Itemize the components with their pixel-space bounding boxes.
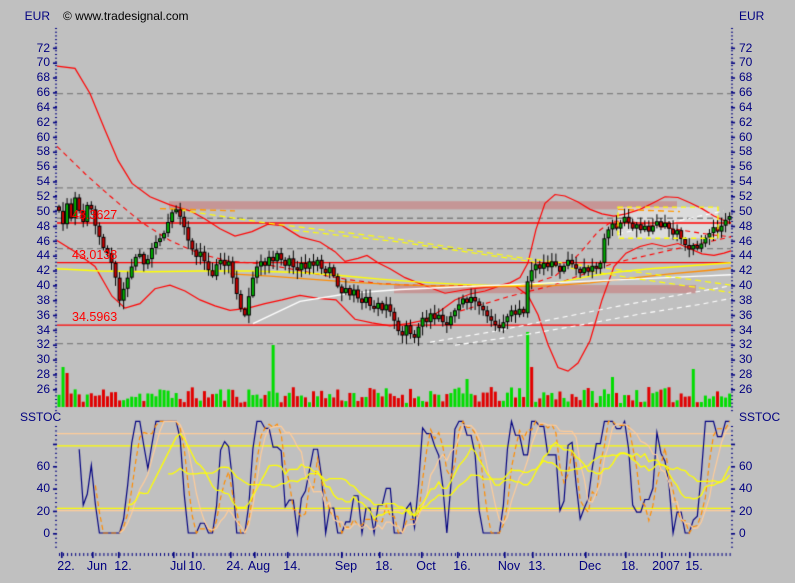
price-tick-label: 62 bbox=[2, 116, 50, 129]
price-tick-label: 28 bbox=[739, 368, 787, 381]
price-tick-label: 62 bbox=[739, 116, 787, 129]
date-label: Oct bbox=[416, 560, 435, 573]
price-tick-label: 54 bbox=[739, 175, 787, 188]
date-label: 18. bbox=[621, 560, 638, 573]
price-tick-label: 60 bbox=[739, 131, 787, 144]
price-unit-label-right: EUR bbox=[739, 10, 787, 23]
price-tick-label: 58 bbox=[2, 145, 50, 158]
date-label: 10. bbox=[188, 560, 205, 573]
sstoc-tick-label: 20 bbox=[739, 505, 787, 518]
price-tick-label: 46 bbox=[739, 235, 787, 248]
price-tick-label: 48 bbox=[739, 220, 787, 233]
price-tick-label: 34 bbox=[739, 324, 787, 337]
price-tick-label: 50 bbox=[2, 205, 50, 218]
price-tick-label: 64 bbox=[739, 101, 787, 114]
copyright-text: © www.tradesignal.com bbox=[63, 10, 189, 23]
date-label: 16. bbox=[453, 560, 470, 573]
price-tick-label: 28 bbox=[2, 368, 50, 381]
price-tick-label: 52 bbox=[739, 190, 787, 203]
price-tick-label: 32 bbox=[739, 338, 787, 351]
date-label: Jun bbox=[87, 560, 107, 573]
price-tick-label: 58 bbox=[739, 145, 787, 158]
sstoc-tick-label: 60 bbox=[2, 460, 50, 473]
price-chart-canvas[interactable] bbox=[0, 0, 795, 583]
date-label: Sep bbox=[335, 560, 357, 573]
date-label: Dec bbox=[579, 560, 601, 573]
price-tick-label: 40 bbox=[2, 279, 50, 292]
price-tick-label: 26 bbox=[2, 383, 50, 396]
tradesignal-chart-window: { "header": { "copyright": "© www.trades… bbox=[0, 0, 795, 583]
level-value-label: 34.5963 bbox=[72, 311, 117, 324]
price-tick-label: 66 bbox=[739, 86, 787, 99]
price-tick-label: 32 bbox=[2, 338, 50, 351]
price-tick-label: 36 bbox=[739, 309, 787, 322]
date-label: Jul bbox=[170, 560, 186, 573]
price-tick-label: 56 bbox=[739, 160, 787, 173]
sstoc-tick-label: 40 bbox=[2, 482, 50, 495]
price-tick-label: 46 bbox=[2, 235, 50, 248]
date-label: Aug bbox=[248, 560, 270, 573]
date-label: 24. bbox=[226, 560, 243, 573]
date-label: 12. bbox=[114, 560, 131, 573]
price-tick-label: 38 bbox=[2, 294, 50, 307]
price-tick-label: 72 bbox=[739, 42, 787, 55]
price-tick-label: 68 bbox=[739, 71, 787, 84]
price-tick-label: 66 bbox=[2, 86, 50, 99]
date-label: 14. bbox=[283, 560, 300, 573]
date-label: 13. bbox=[528, 560, 545, 573]
price-tick-label: 26 bbox=[739, 383, 787, 396]
price-tick-label: 68 bbox=[2, 71, 50, 84]
price-tick-label: 70 bbox=[2, 56, 50, 69]
price-tick-label: 36 bbox=[2, 309, 50, 322]
price-tick-label: 40 bbox=[739, 279, 787, 292]
price-tick-label: 38 bbox=[739, 294, 787, 307]
price-tick-label: 34 bbox=[2, 324, 50, 337]
date-label: 18. bbox=[375, 560, 392, 573]
sstoc-tick-label: 60 bbox=[739, 460, 787, 473]
sstoc-pane-label-right: SSTOC bbox=[739, 411, 780, 424]
price-tick-label: 60 bbox=[2, 131, 50, 144]
price-tick-label: 44 bbox=[2, 249, 50, 262]
date-label: Nov bbox=[498, 560, 520, 573]
date-label: 22. bbox=[57, 560, 74, 573]
price-tick-label: 54 bbox=[2, 175, 50, 188]
price-tick-label: 48 bbox=[2, 220, 50, 233]
price-tick-label: 70 bbox=[739, 56, 787, 69]
sstoc-pane-label-left: SSTOC bbox=[20, 411, 61, 424]
price-tick-label: 50 bbox=[739, 205, 787, 218]
date-label: 2007 bbox=[652, 560, 680, 573]
price-tick-label: 56 bbox=[2, 160, 50, 173]
price-tick-label: 64 bbox=[2, 101, 50, 114]
sstoc-tick-label: 40 bbox=[739, 482, 787, 495]
price-tick-label: 44 bbox=[739, 249, 787, 262]
level-value-label: 48.3627 bbox=[72, 209, 117, 222]
price-tick-label: 42 bbox=[739, 264, 787, 277]
sstoc-tick-label: 20 bbox=[2, 505, 50, 518]
price-tick-label: 72 bbox=[2, 42, 50, 55]
price-tick-label: 30 bbox=[739, 353, 787, 366]
level-value-label: 43.0138 bbox=[72, 249, 117, 262]
sstoc-tick-label: 0 bbox=[2, 527, 50, 540]
sstoc-tick-label: 0 bbox=[739, 527, 787, 540]
price-tick-label: 30 bbox=[2, 353, 50, 366]
date-label: 15. bbox=[685, 560, 702, 573]
price-unit-label-left: EUR bbox=[2, 10, 50, 23]
price-tick-label: 52 bbox=[2, 190, 50, 203]
price-tick-label: 42 bbox=[2, 264, 50, 277]
